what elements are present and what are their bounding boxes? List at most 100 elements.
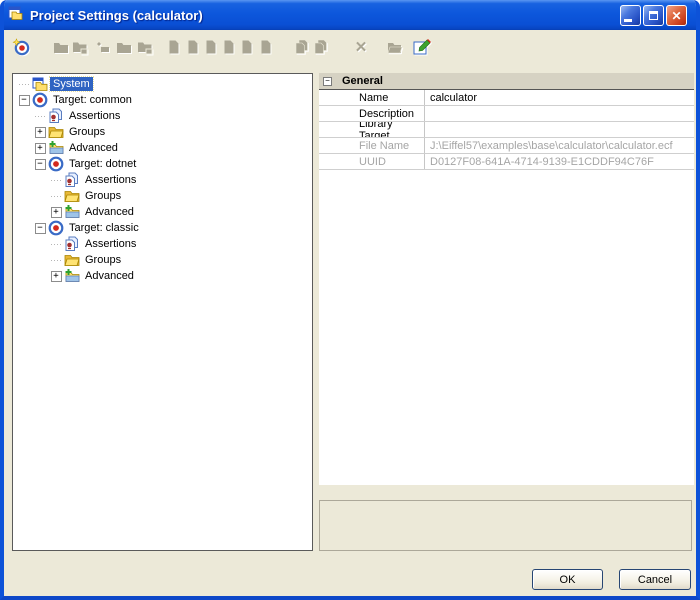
tree-item-label: Advanced	[82, 269, 137, 283]
tree-item-advanced[interactable]: + Advanced	[13, 268, 312, 284]
property-row-description: Description	[319, 106, 694, 122]
assertions-icon	[64, 172, 80, 188]
expand-icon[interactable]: +	[35, 143, 46, 154]
new-target-icon[interactable]	[11, 37, 31, 57]
expand-icon[interactable]: +	[51, 207, 62, 218]
tree-connector	[51, 180, 61, 181]
tree-item-label: Assertions	[82, 173, 139, 187]
tree-item-advanced[interactable]: + Advanced	[13, 140, 312, 156]
tree-connector	[19, 84, 29, 85]
property-value: J:\Eiffel57\examples\base\calculator\cal…	[424, 138, 694, 153]
property-value[interactable]	[424, 122, 694, 137]
collapse-icon[interactable]: −	[35, 159, 46, 170]
tree-connector	[51, 196, 61, 197]
advanced-icon	[48, 140, 64, 156]
advanced-icon	[64, 204, 80, 220]
window-icon	[8, 5, 24, 26]
advanced-icon	[64, 268, 80, 284]
tree-item-target-dotnet[interactable]: − Target: dotnet	[13, 156, 312, 172]
tree-item-label: Groups	[82, 253, 124, 267]
property-row-file-name: File NameJ:\Eiffel57\examples\base\calcu…	[319, 138, 694, 154]
tree-item-target-common[interactable]: − Target: common	[13, 92, 312, 108]
cancel-button[interactable]: Cancel	[619, 569, 691, 590]
tree-item-groups[interactable]: Groups	[13, 252, 312, 268]
category-header[interactable]: − General	[319, 73, 694, 90]
document-badge-icon	[237, 37, 257, 57]
tree-item-assertions[interactable]: Assertions	[13, 108, 312, 124]
system-icon	[32, 76, 48, 92]
property-row-name: Namecalculator	[319, 90, 694, 106]
folder-icon	[64, 188, 80, 204]
delete-x-icon: ✕	[351, 37, 371, 57]
tree-item-label: Assertions	[66, 109, 123, 123]
collapse-icon[interactable]: −	[35, 223, 46, 234]
target-icon	[48, 156, 64, 172]
property-label: File Name	[319, 138, 424, 153]
document-icon-2	[183, 37, 203, 57]
tree-item-label: Assertions	[82, 237, 139, 251]
close-button[interactable]: ✕	[666, 5, 687, 26]
tree-connector	[35, 116, 45, 117]
title-bar[interactable]: Project Settings (calculator)	[0, 0, 700, 30]
property-grid: − General NamecalculatorDescriptionLibra…	[319, 73, 694, 485]
description-panel	[319, 500, 692, 551]
property-label: Library Target	[319, 122, 424, 137]
tree-connector	[51, 260, 61, 261]
property-label: Name	[319, 90, 424, 105]
toolbar: ✕	[4, 30, 696, 66]
tree-item-label: Advanced	[82, 205, 137, 219]
folders-icon	[135, 37, 155, 57]
tree-item-label: Target: dotnet	[66, 157, 139, 171]
target-icon	[32, 92, 48, 108]
folder-icon-2	[114, 37, 134, 57]
project-settings-window: Project Settings (calculator) ✕ ✕ System…	[0, 0, 700, 600]
property-value[interactable]	[424, 106, 694, 121]
target-icon	[48, 220, 64, 236]
tree-item-system[interactable]: System	[13, 76, 312, 92]
document-icon-1	[164, 37, 184, 57]
folder-open-icon	[385, 37, 405, 57]
folder-badge-icon	[70, 37, 90, 57]
assertions-icon	[48, 108, 64, 124]
assertions-icon	[64, 236, 80, 252]
tree-item-groups[interactable]: Groups	[13, 188, 312, 204]
document-f-icon	[256, 37, 276, 57]
folder-icon	[64, 252, 80, 268]
expand-icon[interactable]: +	[35, 127, 46, 138]
edit-pencil-icon[interactable]	[412, 37, 432, 57]
tree-item-advanced[interactable]: + Advanced	[13, 204, 312, 220]
folder-icon-1	[51, 37, 71, 57]
rename-icon	[93, 37, 113, 57]
tree-item-target-classic[interactable]: − Target: classic	[13, 220, 312, 236]
category-label: General	[342, 75, 383, 87]
collapse-icon[interactable]: −	[19, 95, 30, 106]
document-icon-4	[219, 37, 239, 57]
maximize-button[interactable]	[643, 5, 664, 26]
tree-item-groups[interactable]: + Groups	[13, 124, 312, 140]
ok-button[interactable]: OK	[532, 569, 603, 590]
minimize-button[interactable]	[620, 5, 641, 26]
property-label: Description	[319, 106, 424, 121]
tree-item-label: Groups	[66, 125, 108, 139]
property-value: D0127F08-641A-4714-9139-E1CDDF94C76F	[424, 154, 694, 169]
tree-item-label: Target: common	[50, 93, 135, 107]
document-icon-3	[201, 37, 221, 57]
expand-icon[interactable]: +	[51, 271, 62, 282]
category-collapse-icon[interactable]: −	[323, 77, 332, 86]
tree-item-label: Groups	[82, 189, 124, 203]
settings-tree[interactable]: System − Target: common Assertions + Groups + A…	[12, 73, 313, 551]
tree-item-label: Advanced	[66, 141, 121, 155]
paste-icon	[311, 37, 331, 57]
tree-item-assertions[interactable]: Assertions	[13, 236, 312, 252]
property-row-library-target: Library Target	[319, 122, 694, 138]
copy-icon	[292, 37, 312, 57]
tree-item-label: System	[50, 77, 93, 91]
property-label: UUID	[319, 154, 424, 169]
tree-connector	[51, 244, 61, 245]
property-value[interactable]: calculator	[424, 90, 694, 105]
tree-item-assertions[interactable]: Assertions	[13, 172, 312, 188]
folder-icon	[48, 124, 64, 140]
window-title: Project Settings (calculator)	[30, 8, 203, 23]
property-row-uuid: UUIDD0127F08-641A-4714-9139-E1CDDF94C76F	[319, 154, 694, 170]
tree-item-label: Target: classic	[66, 221, 142, 235]
